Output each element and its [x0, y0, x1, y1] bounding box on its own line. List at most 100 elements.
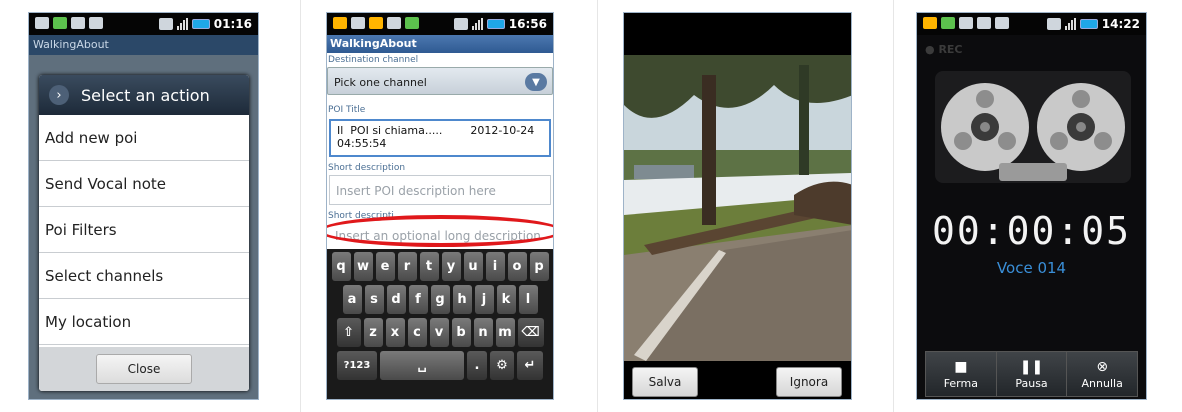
ignore-button[interactable]: Ignora [776, 367, 842, 397]
screen-voice-recorder: 14:22 ● REC 00:00:05 Voce 014 ■ Ferma ❚❚… [916, 12, 1147, 400]
rec-indicator: ● REC [925, 43, 963, 56]
status-bar: 14:22 [917, 13, 1146, 35]
cancel-icon: ⊗ [1096, 358, 1109, 375]
menu-item-select-channels[interactable]: Select channels [39, 253, 249, 299]
key-q[interactable]: q [331, 252, 351, 281]
menu-item-my-location[interactable]: My location [39, 299, 249, 345]
mail-icon [71, 17, 85, 29]
star-icon [923, 17, 937, 29]
status-time: 16:56 [508, 17, 547, 31]
menu-item-poi-filters[interactable]: Poi Filters [39, 207, 249, 253]
key-z[interactable]: z [363, 318, 383, 347]
dialog-title: Select an action [81, 85, 210, 105]
stop-button[interactable]: ■ Ferma [926, 352, 997, 396]
backspace-key[interactable]: ⌫ [517, 318, 544, 347]
destination-channel-select[interactable]: Pick one channel [327, 67, 553, 95]
key-w[interactable]: w [353, 252, 373, 281]
star-icon [369, 17, 383, 29]
screen-new-poi-form: 16:56 WalkingAbout Destination channel P… [326, 12, 554, 400]
signal-icon [176, 18, 188, 30]
key-b[interactable]: b [451, 318, 471, 347]
app-icon [941, 17, 955, 29]
chevron-down-icon[interactable]: ▼ [525, 73, 547, 91]
key-p[interactable]: p [529, 252, 549, 281]
recording-timer: 00:00:05 [931, 209, 1132, 253]
app-title: WalkingAbout [327, 35, 553, 53]
highlight-oval [327, 215, 553, 247]
mail-icon [387, 17, 401, 29]
settings-icon[interactable]: ⚙ [490, 351, 514, 380]
photo-preview [624, 55, 851, 361]
app-icon [405, 17, 419, 29]
enter-key[interactable]: ↵ [517, 351, 543, 380]
space-key[interactable]: ␣ [380, 351, 464, 380]
keyboard: qwertyuiop asdfghjkl ⇧ zxcvbnm ⌫ ?123 ␣ … [327, 249, 553, 399]
symbols-key[interactable]: ?123 [337, 351, 377, 380]
key-y[interactable]: y [441, 252, 461, 281]
star-icon [333, 17, 347, 29]
poi-title-label: POI Title [328, 105, 366, 115]
status-bar: 16:56 [327, 13, 553, 35]
tape-reels-icon [935, 71, 1131, 183]
key-m[interactable]: m [495, 318, 515, 347]
vibrate-icon [158, 18, 173, 30]
notification-icon [351, 17, 365, 29]
mail-icon [977, 17, 991, 29]
period-key[interactable]: . [467, 351, 487, 380]
poi-title-input[interactable]: Il POI si chiama..... 2012-10-24 04:55:5… [329, 119, 551, 157]
status-bar: 01:16 [29, 13, 258, 35]
key-s[interactable]: s [364, 285, 384, 314]
lock-icon [35, 17, 49, 29]
key-n[interactable]: n [473, 318, 493, 347]
key-v[interactable]: v [429, 318, 449, 347]
key-f[interactable]: f [408, 285, 428, 314]
screen-photo-preview: Salva Ignora [623, 12, 852, 400]
action-dialog: › Select an action Add new poi Send Voca… [39, 75, 249, 391]
key-d[interactable]: d [386, 285, 406, 314]
key-j[interactable]: j [474, 285, 494, 314]
menu-item-add-new-poi[interactable]: Add new poi [39, 115, 249, 161]
signal-icon [471, 18, 483, 30]
app-icon [53, 17, 67, 29]
key-e[interactable]: e [375, 252, 395, 281]
menu-item-send-vocal-note[interactable]: Send Vocal note [39, 161, 249, 207]
vibrate-icon [1046, 18, 1061, 30]
status-time: 14:22 [1101, 17, 1140, 31]
image-icon [89, 17, 103, 29]
key-g[interactable]: g [430, 285, 450, 314]
short-description-label: Short description [328, 163, 406, 173]
key-u[interactable]: u [463, 252, 483, 281]
key-c[interactable]: c [407, 318, 427, 347]
chevron-right-icon: › [49, 85, 69, 105]
short-description-input[interactable]: Insert POI description here [329, 175, 551, 205]
battery-icon [191, 19, 210, 29]
save-button[interactable]: Salva [632, 367, 698, 397]
key-l[interactable]: l [518, 285, 538, 314]
signal-icon [1064, 18, 1076, 30]
stop-icon: ■ [954, 358, 968, 375]
screen-action-menu: 01:16 WalkingAbout › Select an action Ad… [28, 12, 259, 400]
app-title: WalkingAbout [29, 35, 258, 55]
key-t[interactable]: t [419, 252, 439, 281]
key-r[interactable]: r [397, 252, 417, 281]
shift-key[interactable]: ⇧ [336, 318, 361, 347]
key-x[interactable]: x [385, 318, 405, 347]
key-o[interactable]: o [507, 252, 527, 281]
status-time: 01:16 [213, 17, 252, 31]
pause-button[interactable]: ❚❚ Pausa [997, 352, 1068, 396]
dialog-header: › Select an action [39, 75, 249, 115]
sync-icon [453, 18, 468, 30]
recording-name: Voce 014 [996, 259, 1067, 277]
close-button[interactable]: Close [96, 354, 192, 384]
image-icon [995, 17, 1009, 29]
key-a[interactable]: a [342, 285, 362, 314]
cancel-button[interactable]: ⊗ Annulla [1067, 352, 1137, 396]
key-h[interactable]: h [452, 285, 472, 314]
notification-icon [959, 17, 973, 29]
key-i[interactable]: i [485, 252, 505, 281]
pause-icon: ❚❚ [1019, 358, 1044, 375]
battery-icon [486, 19, 505, 29]
recorder-controls: ■ Ferma ❚❚ Pausa ⊗ Annulla [925, 351, 1138, 397]
destination-channel-label: Destination channel [328, 55, 419, 65]
key-k[interactable]: k [496, 285, 516, 314]
